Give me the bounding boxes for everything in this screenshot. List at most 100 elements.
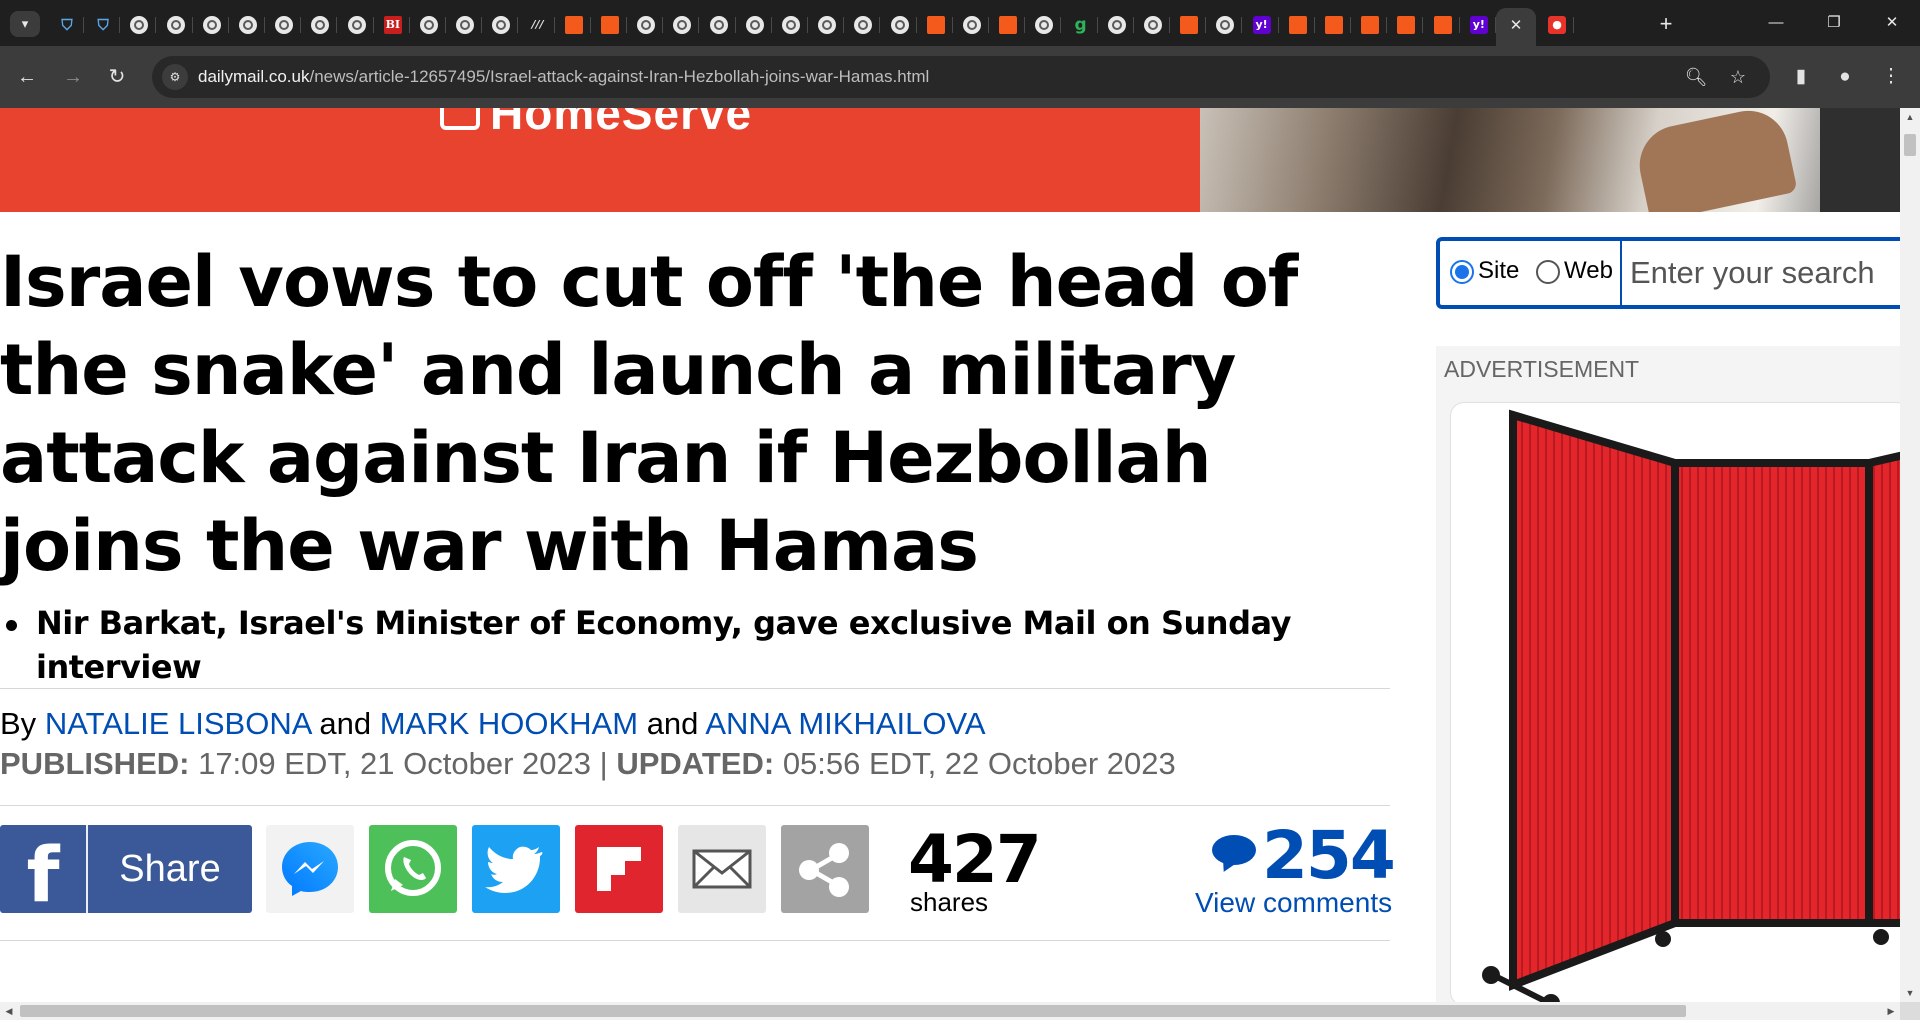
tab[interactable] <box>989 8 1026 42</box>
tab[interactable] <box>808 8 845 42</box>
tab[interactable] <box>736 8 772 42</box>
tab[interactable]: ● <box>1538 8 1574 42</box>
tab[interactable]: y! <box>1243 8 1279 42</box>
tab[interactable] <box>1424 8 1460 42</box>
email-share-button[interactable] <box>678 825 766 913</box>
tab[interactable]: ⛉ <box>84 8 121 42</box>
tab-search-button[interactable]: ▾ <box>10 11 40 37</box>
site-info-icon[interactable]: ⚙ <box>162 64 188 90</box>
room-divider-ad[interactable] <box>1450 402 1900 1002</box>
article-dates: PUBLISHED: 17:09 EDT, 21 October 2023 | … <box>0 746 1176 782</box>
tab[interactable] <box>482 8 519 42</box>
view-comments-link[interactable]: View comments <box>1195 887 1392 919</box>
globe-icon <box>637 16 656 34</box>
site-radio-label[interactable]: Site <box>1478 257 1519 285</box>
tab[interactable] <box>953 8 989 42</box>
tab[interactable] <box>193 8 229 42</box>
facebook-share-button[interactable]: f Share <box>0 825 252 919</box>
tab[interactable] <box>881 8 917 42</box>
window-close-icon[interactable]: ✕ <box>1864 8 1920 38</box>
vertical-scrollbar[interactable]: ▲ ▼ <box>1900 108 1920 1002</box>
horizontal-scrollbar[interactable]: ◀ ▶ <box>0 1002 1900 1020</box>
globe-icon <box>745 16 764 34</box>
bookmark-star-icon[interactable]: ☆ <box>1726 65 1750 89</box>
tab[interactable] <box>1025 8 1062 42</box>
scroll-left-icon[interactable]: ◀ <box>0 1002 18 1020</box>
side-panel-icon[interactable]: ▮ <box>1786 62 1816 92</box>
tab-close-icon[interactable]: ✕ <box>1507 16 1525 34</box>
tab[interactable] <box>1351 8 1388 42</box>
tab[interactable] <box>591 8 627 42</box>
tab[interactable] <box>446 8 483 42</box>
site-radio[interactable] <box>1450 260 1474 284</box>
scroll-right-icon[interactable]: ▶ <box>1882 1002 1900 1020</box>
zoom-icon[interactable]: 🔍︎ <box>1684 65 1708 89</box>
tab[interactable] <box>338 8 374 42</box>
tab[interactable] <box>301 8 338 42</box>
web-radio[interactable] <box>1536 260 1560 284</box>
tab[interactable] <box>229 8 265 42</box>
tab[interactable]: /// <box>519 8 555 42</box>
minimize-icon[interactable]: — <box>1748 8 1804 38</box>
reload-icon[interactable]: ↻ <box>102 62 132 92</box>
globe-icon <box>782 16 800 34</box>
whatsapp-share-button[interactable] <box>369 825 457 913</box>
forward-icon[interactable]: → <box>58 62 88 92</box>
tab[interactable] <box>917 8 953 42</box>
tab[interactable]: BI <box>374 8 410 42</box>
new-tab-button[interactable]: + <box>1652 10 1680 38</box>
restore-icon[interactable]: ❐ <box>1806 8 1862 38</box>
tab[interactable] <box>700 8 736 42</box>
scroll-down-icon[interactable]: ▼ <box>1900 984 1920 1002</box>
url-host: dailymail.co.uk <box>198 67 310 86</box>
tab[interactable] <box>410 8 446 42</box>
vertical-scroll-thumb[interactable] <box>1904 134 1916 156</box>
tab[interactable] <box>1279 8 1315 42</box>
author-link-mark-hookham[interactable]: MARK HOOKHAM <box>380 706 638 741</box>
profile-icon[interactable]: ● <box>1830 62 1860 92</box>
scroll-up-icon[interactable]: ▲ <box>1900 108 1920 126</box>
tab[interactable]: y! <box>1460 8 1496 42</box>
horizontal-scroll-thumb[interactable] <box>20 1005 1686 1017</box>
tab[interactable] <box>627 8 664 42</box>
menu-icon[interactable]: ⋮ <box>1876 62 1906 92</box>
flipboard-share-button[interactable] <box>575 825 663 913</box>
tab[interactable] <box>555 8 591 42</box>
messenger-share-button[interactable] <box>266 825 354 913</box>
byline-and: and <box>319 706 372 741</box>
comment-count[interactable]: 254 <box>1262 817 1396 894</box>
web-radio-label[interactable]: Web <box>1564 257 1613 285</box>
comment-bubble-icon[interactable] <box>1212 835 1256 865</box>
url-text[interactable]: dailymail.co.uk/news/article-12657495/Is… <box>198 67 929 87</box>
messenger-icon <box>282 842 338 896</box>
tab[interactable] <box>157 8 193 42</box>
homeserve-ad-banner[interactable]: HomeServe <box>0 108 1900 212</box>
tab[interactable] <box>120 8 157 42</box>
bookmark-icon <box>1397 16 1416 34</box>
more-share-button[interactable] <box>781 825 869 913</box>
tab[interactable] <box>1134 8 1170 42</box>
tab[interactable] <box>1206 8 1243 42</box>
twitter-share-button[interactable] <box>472 825 560 913</box>
homeserve-logo-icon <box>440 108 480 130</box>
search-input[interactable] <box>1630 249 1900 297</box>
business-insider-icon: BI <box>383 16 402 34</box>
tab[interactable] <box>1170 8 1207 42</box>
address-bar[interactable]: ⚙ dailymail.co.uk/news/article-12657495/… <box>152 56 1770 98</box>
tab[interactable] <box>663 8 700 42</box>
tab[interactable] <box>1315 8 1351 42</box>
url-path: /news/article-12657495/Israel-attack-aga… <box>309 67 930 86</box>
back-icon[interactable]: ← <box>12 62 42 92</box>
tab-active[interactable]: ✕ <box>1496 8 1536 46</box>
tab[interactable] <box>844 8 881 42</box>
author-link-natalie-lisbona[interactable]: NATALIE LISBONA <box>45 706 311 741</box>
author-link-anna-mikhailova[interactable]: ANNA MIKHAILOVA <box>705 706 985 741</box>
tab[interactable] <box>1098 8 1134 42</box>
globe-icon <box>1144 16 1162 34</box>
tab[interactable] <box>1387 8 1424 42</box>
tab[interactable]: ⛉ <box>48 8 84 42</box>
date-separator: | <box>599 746 608 781</box>
tab[interactable]: g <box>1062 8 1098 42</box>
tab[interactable] <box>772 8 808 42</box>
tab[interactable] <box>265 8 302 42</box>
